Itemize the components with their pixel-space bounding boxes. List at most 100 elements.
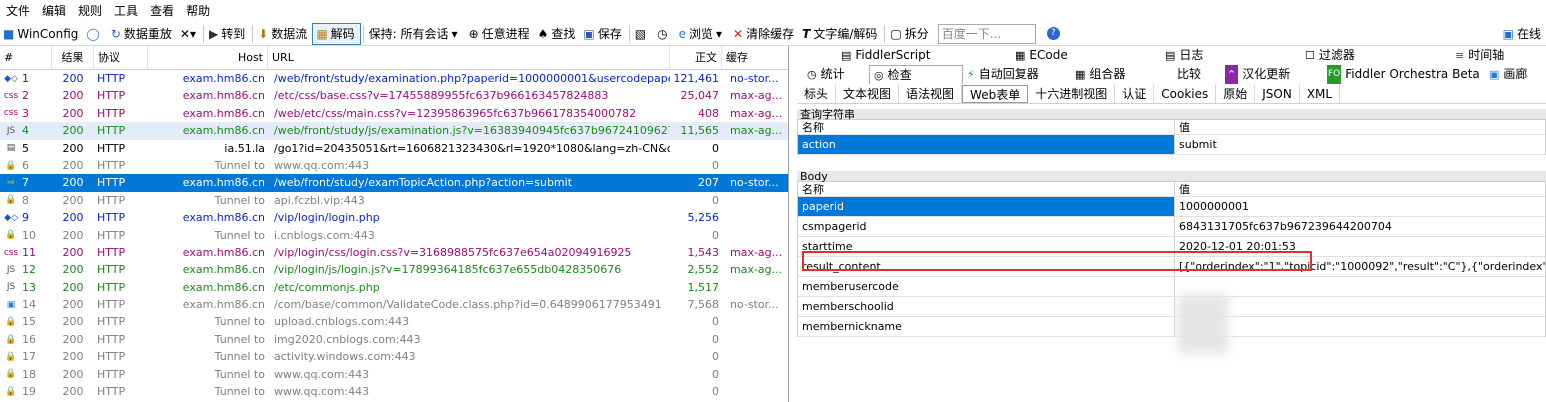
session-row[interactable]: JS 4 200 HTTP exam.hm86.cn/web/front/study/j… xyxy=(0,122,788,140)
session-row[interactable]: ◆◇ 9 200 HTTP exam.hm86.cn/vip/login/login.p… xyxy=(0,209,788,226)
body-row[interactable]: paperid 1000000001 xyxy=(798,197,1545,217)
session-row[interactable]: css 3 200 HTTP exam.hm86.cn/web/etc/css/main… xyxy=(0,105,788,122)
session-row[interactable]: ⇨ 7 200 HTTP exam.hm86.cn/web/front/study/ex… xyxy=(0,174,788,192)
session-row[interactable]: 🔒 17 200 HTTP Tunnel to activity.windows.com:… xyxy=(0,348,788,365)
session-row[interactable]: 🔒 18 200 HTTP Tunnel to www.qq.com:443 0 xyxy=(0,366,788,383)
menu-help[interactable]: 帮助 xyxy=(182,0,218,22)
subtab-syntaxview[interactable]: 语法视图 xyxy=(899,84,963,103)
any-process-button[interactable]: ⊕ 任意进程 xyxy=(466,23,535,45)
tab-label: 日志 xyxy=(1179,48,1204,62)
menu-tools[interactable]: 工具 xyxy=(110,0,146,22)
col-cache[interactable]: 缓存 xyxy=(722,46,786,70)
comment-button[interactable]: ◯ xyxy=(83,23,107,45)
timer-button[interactable]: ◷ xyxy=(654,23,675,45)
session-host: Tunnel to xyxy=(214,315,265,329)
menu-rules[interactable]: 规则 xyxy=(74,0,110,22)
tab-timeline[interactable]: ≡ 时间轴 xyxy=(1451,46,1508,65)
session-type-icon: JS xyxy=(6,264,16,275)
body-row[interactable]: memberschoolid xyxy=(798,297,1545,317)
tab-filters[interactable]: ☐ 过滤器 xyxy=(1301,46,1451,65)
tab-fiddlerscript[interactable]: ▤ FiddlerScript xyxy=(837,46,1011,65)
body-value[interactable] xyxy=(1175,297,1545,316)
subtab-textview[interactable]: 文本视图 xyxy=(836,84,900,103)
replay-button[interactable]: ↻ 数据重放 xyxy=(108,23,177,45)
body-key[interactable]: memberschoolid xyxy=(798,297,1175,316)
winconfig-button[interactable]: ■ WinConfig xyxy=(0,23,83,45)
session-row[interactable]: css 11 200 HTTP exam.hm86.cn/vip/login/css/l… xyxy=(0,244,788,261)
find-button[interactable]: ♠ 查找 xyxy=(535,23,581,45)
text-wizard-button[interactable]: T 文字编/解码 xyxy=(799,23,882,45)
body-value[interactable] xyxy=(1175,317,1545,336)
col-body[interactable]: 正文 xyxy=(670,46,722,70)
col-result[interactable]: 结果 xyxy=(52,46,94,70)
query-key[interactable]: action xyxy=(798,135,1175,154)
body-key[interactable]: csmpagerid xyxy=(798,217,1175,236)
query-value[interactable]: submit xyxy=(1175,135,1545,154)
session-row[interactable]: 🔒 15 200 HTTP Tunnel to upload.cnblogs.com:44… xyxy=(0,313,788,330)
body-value[interactable]: 1000000001 xyxy=(1175,197,1545,216)
subtab-auth[interactable]: 认证 xyxy=(1115,84,1155,103)
col-host[interactable]: Host xyxy=(148,46,268,70)
baidu-search-input[interactable]: 百度一下... xyxy=(937,23,1036,44)
tab-autoresponder[interactable]: ⚡ 自动回复器 xyxy=(963,65,1071,84)
body-key[interactable]: membernickname xyxy=(798,317,1175,336)
session-cache xyxy=(722,331,786,348)
col-protocol[interactable]: 协议 xyxy=(94,46,148,70)
tab-update-localization[interactable]: ⌃ 汉化更新 xyxy=(1221,65,1323,84)
stream-button[interactable]: ⬇ 数据流 xyxy=(255,23,312,45)
body-key[interactable]: memberusercode xyxy=(798,277,1175,296)
tab-gallery[interactable]: ▣ 画廊 xyxy=(1485,65,1531,84)
tab-inspectors[interactable]: ◎ 检查 xyxy=(869,65,963,84)
subtab-cookies[interactable]: Cookies xyxy=(1154,84,1217,103)
online-button[interactable]: ▣ 在线 xyxy=(1500,23,1546,45)
session-protocol: HTTP xyxy=(97,106,126,120)
session-row[interactable]: ▣ 14 200 HTTP exam.hm86.cn/com/base/common/V… xyxy=(0,296,788,313)
body-row[interactable]: membernickname xyxy=(798,317,1545,337)
tab-ecode[interactable]: ▦ ECode xyxy=(1011,46,1161,65)
subtab-hexview[interactable]: 十六进制视图 xyxy=(1028,84,1116,103)
tearoff-button[interactable]: ▢ 拆分 xyxy=(887,23,933,45)
browse-button[interactable]: e 浏览 ▾ xyxy=(676,23,730,45)
go-button[interactable]: ▶ 转到 xyxy=(206,23,250,45)
decode-button[interactable]: ▦ 解码 xyxy=(312,22,361,45)
menu-file[interactable]: 文件 xyxy=(2,0,38,22)
screenshot-button[interactable]: ▧ xyxy=(632,23,654,45)
menu-view[interactable]: 查看 xyxy=(146,0,182,22)
session-row[interactable]: JS 13 200 HTTP exam.hm86.cn/etc/commonjs.php… xyxy=(0,279,788,296)
body-value[interactable] xyxy=(1175,277,1545,296)
session-row[interactable]: 🔒 10 200 HTTP Tunnel to i.cnblogs.com:443 0 xyxy=(0,227,788,244)
tab-log[interactable]: ▤ 日志 xyxy=(1161,46,1301,65)
session-row[interactable]: css 2 200 HTTP exam.hm86.cn/etc/css/base.css… xyxy=(0,87,788,104)
remove-button[interactable]: ✕▾ xyxy=(177,23,201,45)
session-row[interactable]: JS 12 200 HTTP exam.hm86.cn/vip/login/js/log… xyxy=(0,261,788,278)
session-row[interactable]: 🔒 8 200 HTTP Tunnel to api.fczbl.vip:443 0 xyxy=(0,192,788,209)
menu-edit[interactable]: 编辑 xyxy=(38,0,74,22)
subtab-raw[interactable]: 原始 xyxy=(1216,84,1256,103)
session-row[interactable]: 🔒 16 200 HTTP Tunnel to img2020.cnblogs.com:4… xyxy=(0,331,788,348)
body-row[interactable]: csmpagerid 6843131705fc637b96723964420070… xyxy=(798,217,1545,237)
tab-statistics[interactable]: ◷ 统计 xyxy=(803,65,869,84)
col-num[interactable]: # xyxy=(0,46,52,70)
body-value[interactable]: 6843131705fc637b967239644200704 xyxy=(1175,217,1545,236)
session-row[interactable]: ▤ 5 200 HTTP ia.51.la/go1?id=20435051&rt=160… xyxy=(0,140,788,157)
tab-composer[interactable]: ▦ 组合器 xyxy=(1071,65,1157,84)
body-key[interactable]: paperid xyxy=(798,197,1175,216)
clear-cache-button[interactable]: ✕ 清除缓存 xyxy=(730,23,799,45)
help-button[interactable]: ? xyxy=(1044,23,1068,45)
keep-sessions-dropdown[interactable]: 保持: 所有会话 ▾ xyxy=(366,23,466,45)
query-row[interactable]: action submit xyxy=(798,135,1545,155)
subtab-webforms[interactable]: Web表单 xyxy=(962,84,1029,103)
session-type-icon: 🔒 xyxy=(5,160,17,171)
session-row[interactable]: 🔒 6 200 HTTP Tunnel to www.qq.com:443 0 xyxy=(0,157,788,174)
session-row[interactable]: ◆◇ 1 200 HTTP exam.hm86.cn/web/front/study/e… xyxy=(0,70,788,87)
tab-compare[interactable]: 比较 xyxy=(1157,65,1221,84)
tab-orchestra[interactable]: FO Fiddler Orchestra Beta xyxy=(1323,65,1485,84)
col-url[interactable]: URL xyxy=(268,46,670,70)
any-process-label: 任意进程 xyxy=(481,27,530,41)
subtab-headers[interactable]: 标头 xyxy=(797,84,837,103)
save-button[interactable]: ▣ 保存 xyxy=(580,23,626,45)
subtab-json[interactable]: JSON xyxy=(1255,84,1300,103)
subtab-xml[interactable]: XML xyxy=(1300,84,1341,103)
body-row[interactable]: memberusercode xyxy=(798,277,1545,297)
session-row[interactable]: 🔒 19 200 HTTP Tunnel to www.qq.com:443 0 xyxy=(0,383,788,400)
